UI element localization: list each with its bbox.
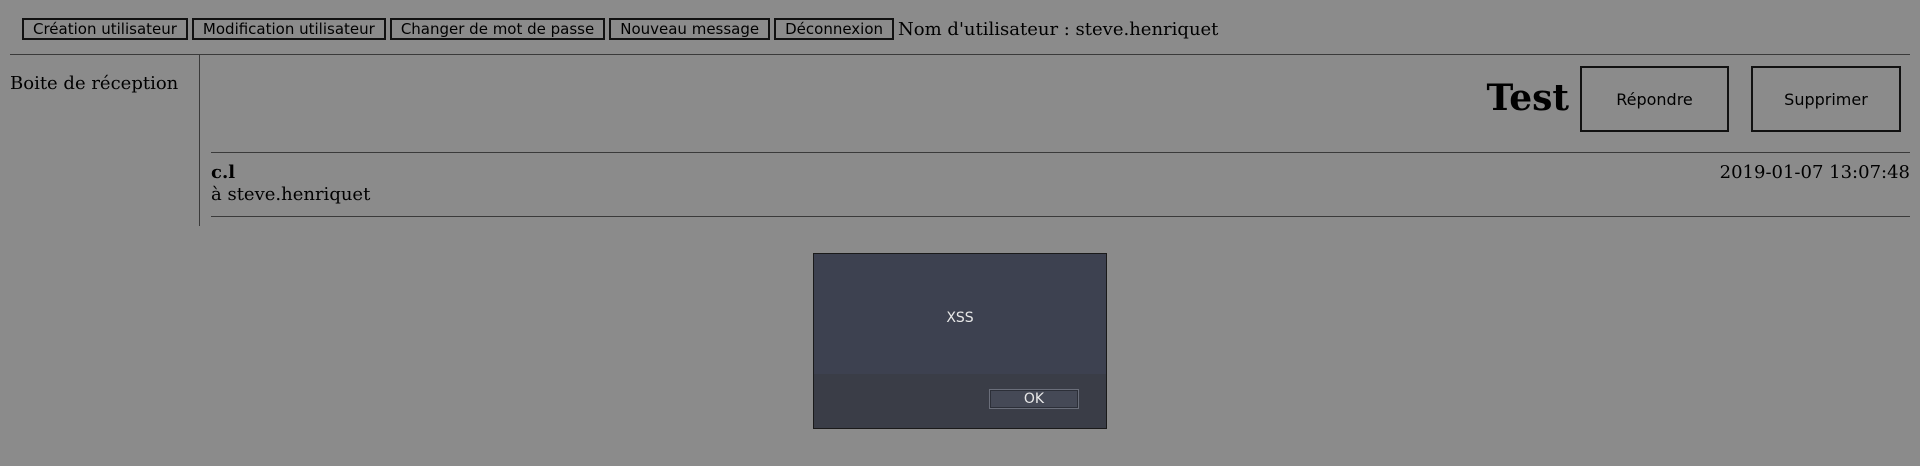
message-recipient: à steve.henriquet bbox=[211, 184, 371, 205]
sidebar: Boite de réception bbox=[10, 73, 178, 94]
message-footer-divider bbox=[211, 216, 1910, 217]
logout-button[interactable]: Déconnexion bbox=[774, 18, 895, 40]
toolbar-divider bbox=[10, 54, 1910, 55]
ok-button[interactable]: OK bbox=[989, 389, 1079, 409]
edit-user-button[interactable]: Modification utilisateur bbox=[191, 18, 386, 40]
alert-dialog: XSS OK bbox=[813, 253, 1107, 429]
toolbar: Création utilisateur Modification utilis… bbox=[22, 18, 1218, 40]
message-timestamp: 2019-01-07 13:07:48 bbox=[1719, 162, 1910, 183]
reply-button[interactable]: Répondre bbox=[1580, 66, 1729, 132]
sidebar-divider bbox=[199, 55, 200, 226]
sidebar-item-inbox[interactable]: Boite de réception bbox=[10, 73, 178, 94]
new-message-button[interactable]: Nouveau message bbox=[609, 18, 771, 40]
alert-dialog-footer: OK bbox=[814, 374, 1106, 428]
message-header-divider bbox=[211, 152, 1910, 153]
change-password-button[interactable]: Changer de mot de passe bbox=[389, 18, 606, 40]
message-subject: Test bbox=[1486, 77, 1569, 119]
username-label: Nom d'utilisateur : steve.henriquet bbox=[898, 18, 1219, 40]
message-sender: c.l bbox=[211, 162, 236, 183]
alert-dialog-body: XSS bbox=[814, 254, 1106, 374]
create-user-button[interactable]: Création utilisateur bbox=[22, 18, 188, 40]
alert-message: XSS bbox=[946, 310, 974, 326]
delete-button[interactable]: Supprimer bbox=[1751, 66, 1901, 132]
